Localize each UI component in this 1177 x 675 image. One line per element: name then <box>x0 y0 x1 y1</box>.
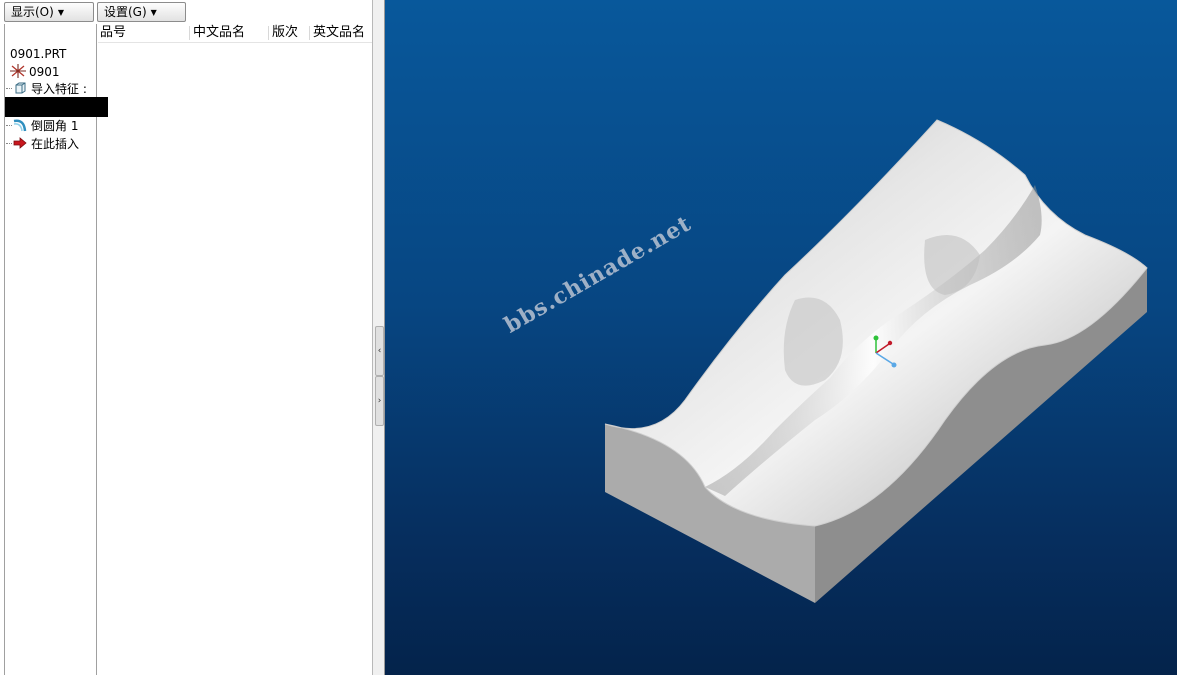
dropdown-arrow-icon: ▼ <box>57 8 64 17</box>
tree-item-csys[interactable]: 0901 <box>10 64 60 80</box>
display-menu-label: 显示(O) <box>11 5 54 19</box>
cad-model <box>604 119 1148 603</box>
column-header-chinese-name[interactable]: 中文品名 <box>193 25 245 41</box>
insert-here-arrow-icon <box>12 136 28 150</box>
tree-item-import-feature[interactable]: 导入特征 : <box>6 81 87 97</box>
tree-item-label: 0901 <box>29 65 60 79</box>
column-header-row: 品号 中文品名 版次 英文品名 <box>98 24 372 43</box>
expand-chevron-icon: › <box>377 396 382 406</box>
tree-root-item[interactable]: 0901.PRT <box>10 46 66 62</box>
import-feature-icon <box>12 81 28 95</box>
column-divider[interactable] <box>96 24 97 675</box>
column-header-part-number[interactable]: 品号 <box>100 25 126 41</box>
model-tree-panel: 显示(O)▼ 设置(G)▼ 品号 中文品名 版次 英文品名 0901.PRT <box>0 0 372 675</box>
tree-root-label: 0901.PRT <box>10 47 67 61</box>
column-separator[interactable] <box>309 26 310 40</box>
redacted-block <box>5 97 108 117</box>
tree-item-label: 在此插入 <box>31 137 80 151</box>
column-header-english-name[interactable]: 英文品名 <box>313 25 365 41</box>
model-tree: 品号 中文品名 版次 英文品名 0901.PRT 0901 导入特征: 倒圆角… <box>0 24 372 675</box>
tree-item-insert-here[interactable]: 在此插入 <box>6 136 79 152</box>
collapse-chevron-icon: ‹ <box>377 346 382 356</box>
panel-splitter[interactable]: ‹ › <box>372 0 385 675</box>
tree-item-round[interactable]: 倒圆角 1 <box>6 118 78 134</box>
tree-item-label: 导入特征 : <box>31 82 87 96</box>
graphics-viewport[interactable]: bbs.chinade.net <box>385 0 1177 675</box>
dropdown-arrow-icon: ▼ <box>150 8 157 17</box>
collapse-panel-button[interactable]: ‹ <box>375 326 384 376</box>
column-header-revision[interactable]: 版次 <box>272 25 298 41</box>
expand-panel-button[interactable]: › <box>375 376 384 426</box>
tree-item-label: 倒圆角 1 <box>31 119 79 133</box>
display-menu-button[interactable]: 显示(O) ▼ <box>4 2 94 22</box>
settings-menu-button[interactable]: 设置(G) ▼ <box>97 2 186 22</box>
column-separator[interactable] <box>189 26 190 40</box>
round-icon <box>12 118 28 132</box>
csys-icon <box>10 64 26 78</box>
column-separator[interactable] <box>268 26 269 40</box>
settings-menu-label: 设置(G) <box>104 5 147 19</box>
